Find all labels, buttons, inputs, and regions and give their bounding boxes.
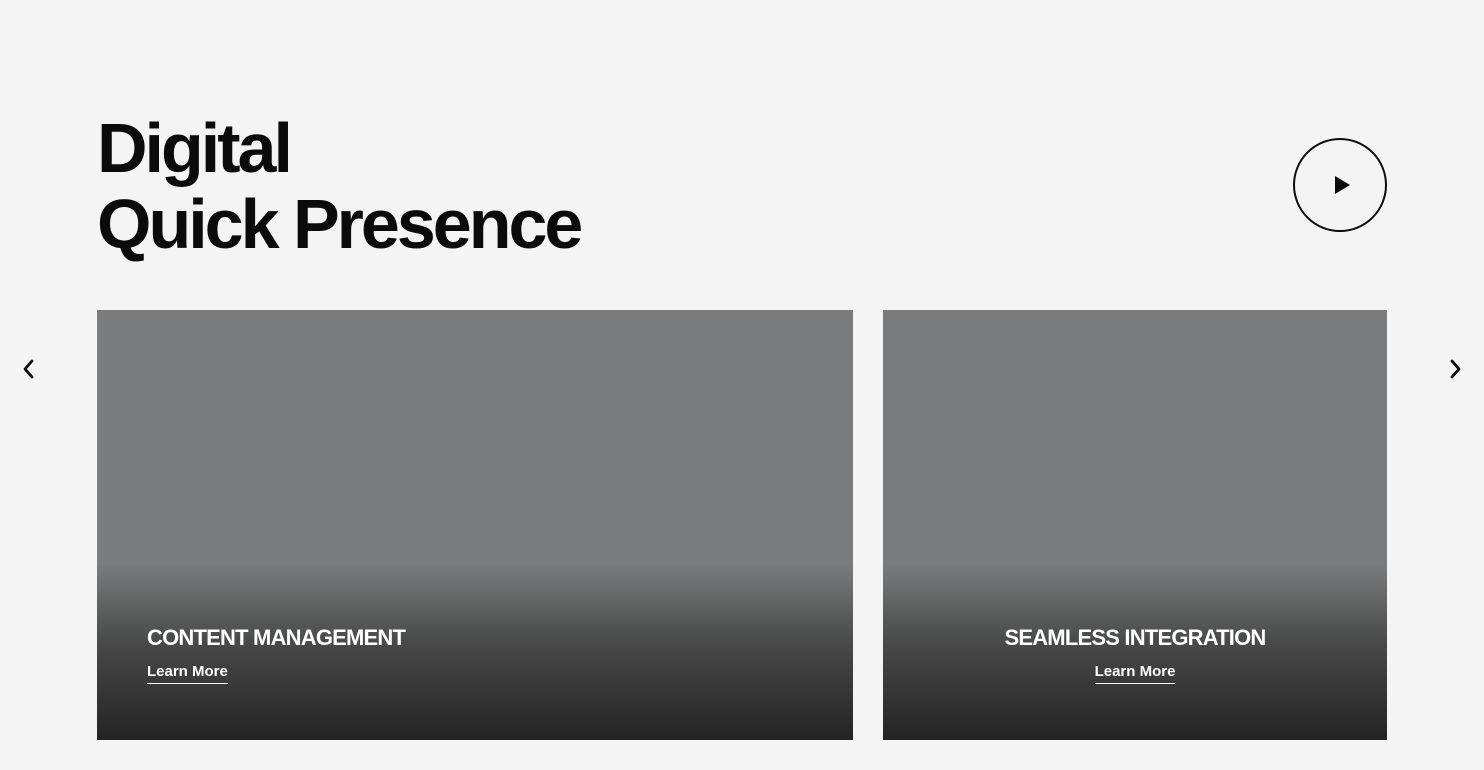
- page-title-line-2: Quick Presence: [97, 185, 583, 263]
- card-body: SEAMLESS INTEGRATION Learn More: [883, 624, 1387, 684]
- page: Digital Quick Presence CONTENT MANAGEMEN…: [0, 0, 1484, 770]
- play-icon: [1329, 175, 1352, 195]
- page-title: Digital Quick Presence: [97, 109, 583, 263]
- chevron-left-icon: [21, 358, 35, 383]
- learn-more-link[interactable]: Learn More: [147, 662, 228, 684]
- page-title-line-1: Digital: [97, 109, 293, 187]
- card-title: CONTENT MANAGEMENT: [147, 625, 406, 650]
- card-body: CONTENT MANAGEMENT Learn More: [97, 624, 853, 684]
- card-title: SEAMLESS INTEGRATION: [1004, 625, 1266, 650]
- carousel-prev-button[interactable]: [14, 356, 42, 384]
- carousel-card-content-management[interactable]: CONTENT MANAGEMENT Learn More: [97, 310, 853, 740]
- learn-more-link[interactable]: Learn More: [1094, 662, 1176, 684]
- carousel-next-button[interactable]: [1442, 356, 1470, 384]
- chevron-right-icon: [1449, 358, 1463, 383]
- carousel-card-seamless-integration[interactable]: SEAMLESS INTEGRATION Learn More: [883, 310, 1387, 740]
- play-video-button[interactable]: [1293, 138, 1387, 232]
